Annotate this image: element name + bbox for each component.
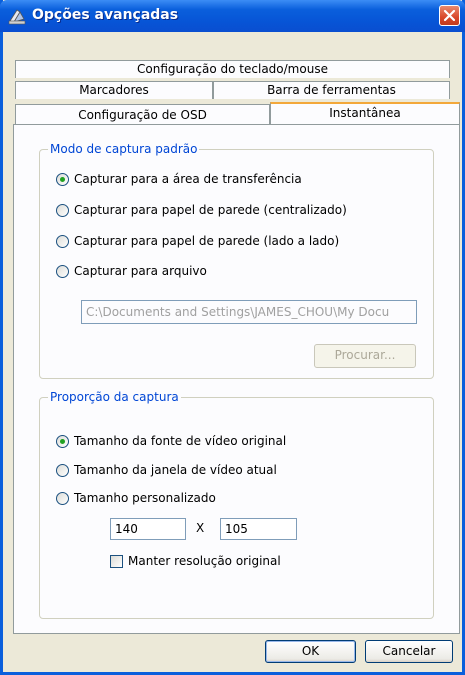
radio-button[interactable] — [56, 234, 69, 248]
capture-ratio-title: Proporção da captura — [48, 390, 181, 404]
radio-button[interactable] — [56, 203, 69, 217]
custom-height-input[interactable]: 105 — [220, 518, 297, 540]
tab-toolbar[interactable]: Barra de ferramentas — [213, 81, 450, 99]
tab-panel: Modo de captura padrão Capturar para a á… — [13, 124, 460, 634]
times-symbol: X — [196, 521, 205, 535]
capture-mode-title: Modo de captura padrão — [48, 142, 200, 156]
window-title: Opções avançadas — [32, 7, 179, 23]
radio-button[interactable] — [56, 434, 69, 448]
radio-capture-file[interactable]: Capturar para arquivo — [56, 264, 207, 278]
ok-button[interactable]: OK — [265, 640, 356, 663]
close-button[interactable] — [439, 5, 460, 26]
radio-current-window-size[interactable]: Tamanho da janela de vídeo atual — [56, 463, 277, 477]
radio-button[interactable] — [56, 172, 69, 186]
radio-label: Capturar para a área de transferência — [74, 172, 302, 186]
checkbox-box[interactable] — [110, 554, 123, 568]
radio-label: Tamanho da fonte de vídeo original — [74, 434, 287, 448]
file-path-field[interactable]: C:\Documents and Settings\JAMES_CHOU\My … — [81, 300, 417, 324]
tab-snapshot[interactable]: Instantânea — [270, 102, 460, 124]
radio-label: Capturar para papel de parede (centraliz… — [74, 203, 347, 217]
checkbox-label: Manter resolução original — [128, 554, 281, 568]
radio-capture-wallpaper-tiled[interactable]: Capturar para papel de parede (lado a la… — [56, 234, 339, 248]
radio-button[interactable] — [56, 463, 69, 477]
capture-ratio-group: Proporção da captura Tamanho da fonte de… — [39, 390, 434, 619]
radio-label: Capturar para arquivo — [74, 264, 207, 278]
tab-osd[interactable]: Configuração de OSD — [15, 104, 270, 126]
keep-original-resolution-checkbox[interactable]: Manter resolução original — [110, 554, 281, 568]
radio-capture-clipboard[interactable]: Capturar para a área de transferência — [56, 172, 302, 186]
tab-bookmarks[interactable]: Marcadores — [15, 81, 213, 99]
title-bar[interactable]: Opções avançadas — [0, 0, 465, 32]
radio-capture-wallpaper-centered[interactable]: Capturar para papel de parede (centraliz… — [56, 203, 347, 217]
cancel-button[interactable]: Cancelar — [365, 640, 453, 663]
radio-label: Tamanho da janela de vídeo atual — [74, 463, 277, 477]
app-icon — [8, 9, 26, 25]
radio-original-source-size[interactable]: Tamanho da fonte de vídeo original — [56, 434, 286, 448]
radio-button[interactable] — [56, 491, 69, 505]
browse-button[interactable]: Procurar... — [314, 344, 416, 368]
radio-custom-size[interactable]: Tamanho personalizado — [56, 491, 216, 505]
capture-mode-group: Modo de captura padrão Capturar para a á… — [39, 142, 434, 379]
close-icon — [443, 9, 456, 22]
radio-label: Capturar para papel de parede (lado a la… — [74, 234, 340, 248]
radio-label: Tamanho personalizado — [74, 491, 216, 505]
tab-keyboard-mouse[interactable]: Configuração do teclado/mouse — [15, 60, 450, 78]
radio-button[interactable] — [56, 264, 69, 278]
custom-width-input[interactable]: 140 — [110, 518, 186, 540]
dialog-window: Opções avançadas Configuração do teclado… — [0, 0, 465, 675]
